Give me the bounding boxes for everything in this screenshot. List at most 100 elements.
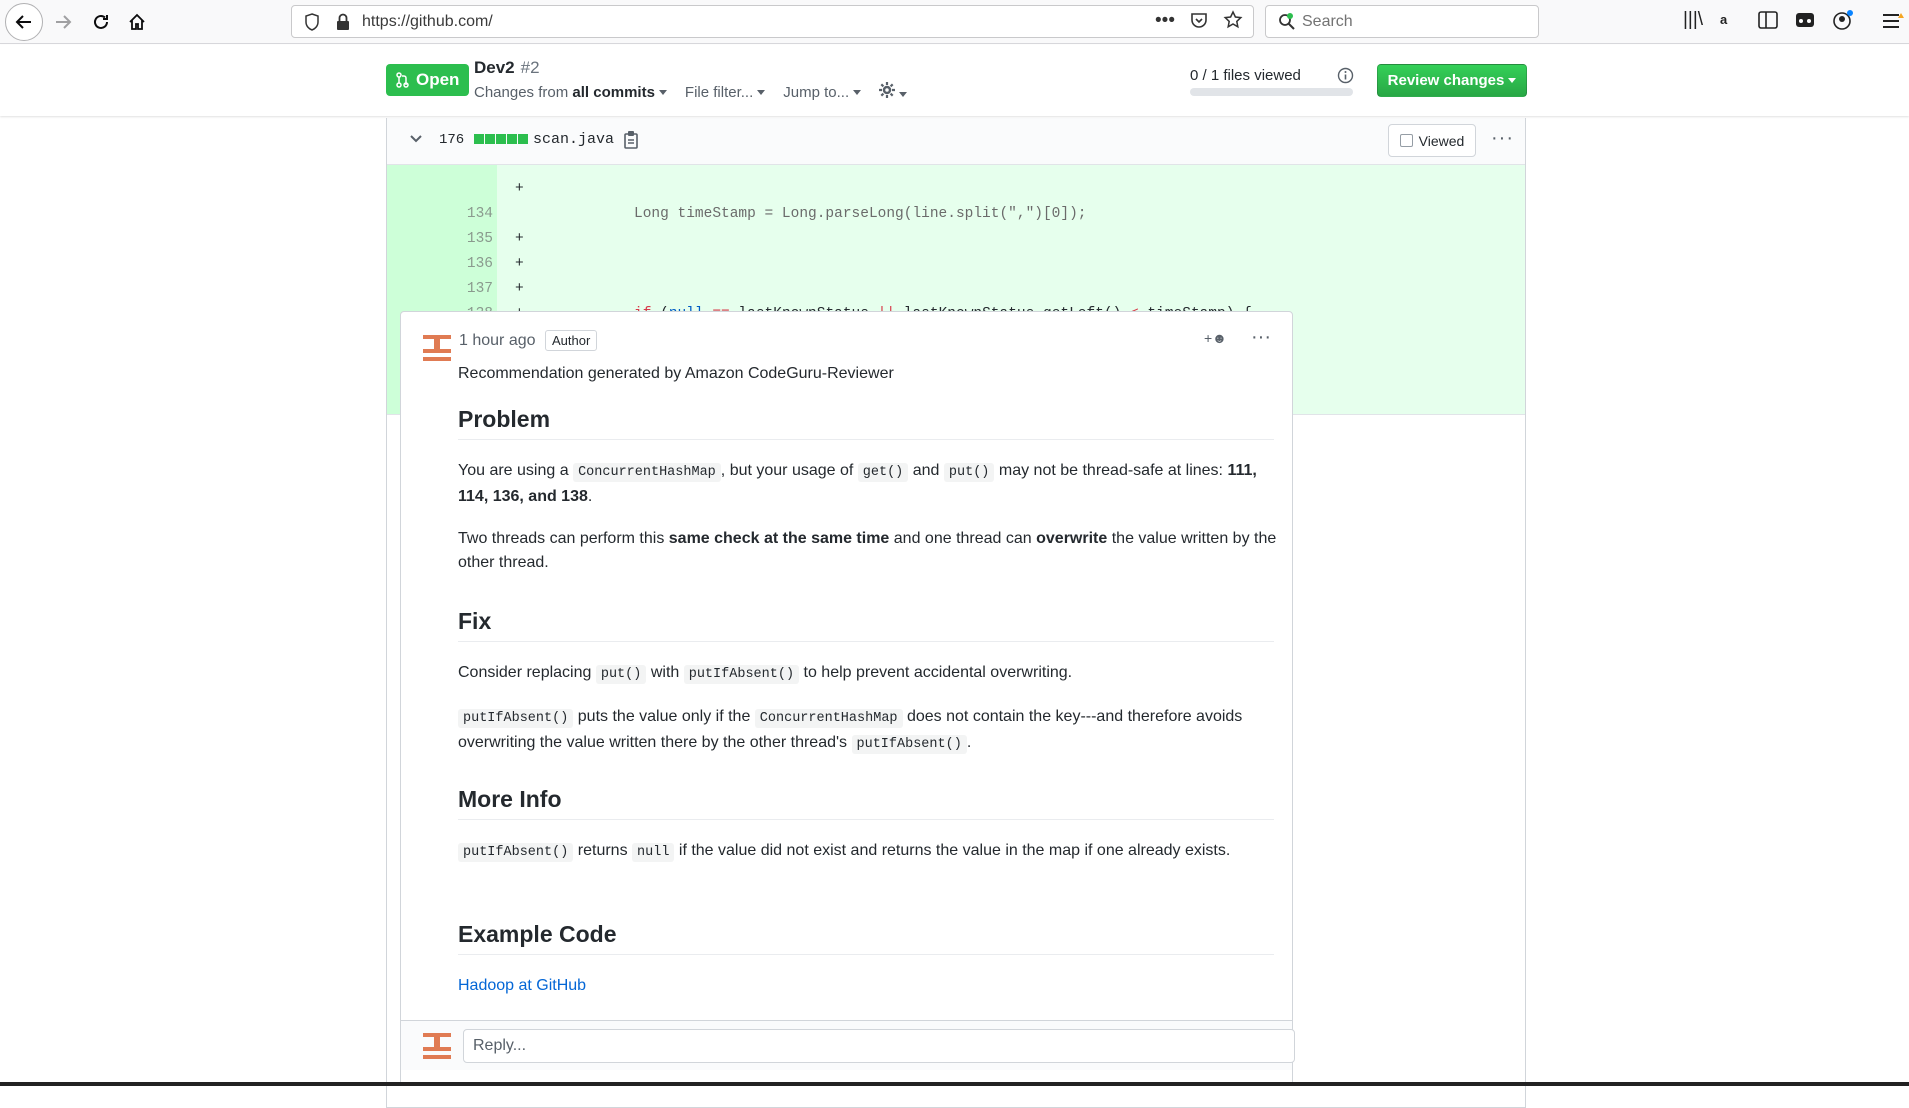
url-text[interactable]: https://github.com/ — [362, 13, 493, 31]
review-comment-thread: 1 hour ago Author +☻ ··· Recommendation … — [400, 311, 1295, 1086]
git-pull-request-icon — [396, 72, 409, 88]
pr-title[interactable]: Dev2 #2 — [474, 58, 540, 78]
inline-code: put() — [943, 463, 995, 482]
problem-paragraph-2: Two threads can perform this same check … — [458, 530, 1277, 571]
viewed-checkbox[interactable] — [1399, 134, 1413, 147]
caret-down-icon — [658, 90, 667, 96]
window-bottom-edge — [0, 1082, 1909, 1086]
code-line[interactable]: 137 + lastKnownStatus = new MutablePair<… — [387, 252, 1525, 347]
amazon-icon[interactable]: a — [1720, 12, 1727, 27]
search-placeholder: Search — [1302, 13, 1353, 30]
file-name[interactable]: scan.java — [533, 131, 614, 148]
comment-intro: Recommendation generated by Amazon CodeG… — [458, 365, 894, 382]
heading-fix: Fix — [458, 609, 1274, 642]
inline-code: null — [632, 843, 675, 862]
pr-sticky-header: Open Dev2 #2 Changes from all commits Fil… — [0, 45, 1909, 116]
pr-toolbar: Changes from all commits File filter... … — [474, 82, 908, 102]
author-badge: Author — [545, 330, 598, 351]
clipboard-icon[interactable] — [623, 130, 639, 149]
avatar[interactable] — [421, 1030, 453, 1062]
inline-code: ConcurrentHashMap — [573, 463, 721, 482]
inline-code: put() — [595, 665, 647, 684]
fix-paragraph-2: putIfAbsent() puts the value only if the… — [458, 708, 1243, 754]
file-header: 176 scan.java Viewed ··· — [387, 118, 1525, 165]
files-viewed-count: 0 / 1 files viewed — [1190, 67, 1301, 84]
lock-icon[interactable] — [336, 13, 350, 31]
reply-row: Reply... — [401, 1020, 1295, 1070]
bookmark-star-icon[interactable] — [1223, 10, 1243, 30]
code-line[interactable]: 135 + — [387, 202, 1525, 272]
file-filter-label: File filter... — [684, 83, 754, 101]
changes-from-label: Changes from — [474, 83, 569, 101]
forward-button[interactable] — [44, 3, 82, 41]
review-changes-button[interactable]: Review changes — [1377, 64, 1527, 97]
code-line[interactable]: 138 + latestStatusForTrackingNumber.put(… — [387, 277, 1525, 372]
changes-from-dropdown[interactable]: Changes from all commits — [474, 84, 667, 101]
inline-code: putIfAbsent() — [458, 709, 574, 728]
file-options-icon[interactable]: ··· — [1491, 127, 1514, 150]
caret-down-icon — [899, 91, 908, 97]
hadoop-github-link[interactable]: Hadoop at GitHub — [458, 974, 1280, 998]
viewed-checkbox-button[interactable]: Viewed — [1388, 124, 1476, 157]
fix-paragraph-1: Consider replacing put() with putIfAbsen… — [458, 664, 1073, 684]
diffstat-count: 176 — [439, 132, 465, 148]
arrow-left-icon — [15, 15, 31, 29]
pr-number[interactable]: #2 — [521, 58, 540, 77]
reload-button[interactable] — [82, 3, 120, 41]
caret-down-icon — [757, 90, 766, 96]
more-actions-icon[interactable]: ••• — [1155, 10, 1175, 32]
code-line[interactable]: 136 + if (null == lastKnownStatus || las… — [387, 227, 1525, 322]
files-viewed-progress — [1190, 88, 1353, 96]
chevron-down-icon[interactable] — [409, 132, 423, 146]
jump-to-dropdown[interactable]: Jump to... — [783, 83, 862, 101]
more-info-paragraph: putIfAbsent() returns null if the value … — [458, 839, 1280, 865]
pocket-icon[interactable] — [1189, 10, 1209, 30]
heading-example-code: Example Code — [458, 922, 1274, 955]
heading-problem: Problem — [458, 407, 1274, 440]
inline-code: ConcurrentHashMap — [754, 709, 903, 728]
add-reaction-button[interactable]: +☻ — [1204, 330, 1227, 346]
changes-from-value: all commits — [572, 83, 655, 101]
review-changes-label: Review changes — [1387, 72, 1505, 89]
pr-title-text[interactable]: Dev2 — [474, 58, 515, 77]
search-bar[interactable]: Search — [1265, 5, 1539, 38]
url-bar[interactable]: https://github.com/ ••• — [291, 5, 1254, 38]
comment-options-icon[interactable]: ··· — [1251, 326, 1271, 349]
diff-settings-dropdown[interactable] — [879, 82, 908, 102]
sidebar-icon[interactable] — [1758, 11, 1778, 29]
account-icon[interactable] — [1832, 10, 1854, 32]
code-line-partial[interactable]: + Long timeStamp = Long.parseLong(line.s… — [387, 165, 1525, 222]
browser-toolbar: https://github.com/ ••• Search |||\ a — [0, 0, 1909, 44]
info-icon[interactable] — [1337, 67, 1354, 84]
avatar[interactable] — [421, 332, 453, 364]
arrow-right-icon — [56, 15, 72, 29]
menu-icon[interactable] — [1882, 12, 1904, 30]
gear-icon — [879, 82, 896, 98]
comment-timestamp[interactable]: 1 hour ago — [459, 332, 536, 350]
pr-state-label: Open — [416, 70, 460, 89]
jump-to-label: Jump to... — [783, 83, 850, 101]
heading-more-info: More Info — [458, 787, 1274, 820]
home-icon — [129, 13, 145, 30]
caret-down-icon — [1508, 78, 1517, 83]
inline-code: putIfAbsent() — [683, 665, 800, 684]
back-button[interactable] — [5, 3, 43, 41]
inline-code: get() — [857, 463, 909, 482]
reload-icon — [94, 14, 108, 29]
url-actions: ••• — [1155, 10, 1243, 32]
file-diff: 176 scan.java Viewed ··· + Long timeStam… — [386, 118, 1526, 1108]
inline-code: putIfAbsent() — [851, 735, 967, 754]
problem-paragraph-1: You are using a ConcurrentHashMap, but y… — [458, 462, 1257, 505]
library-icon[interactable]: |||\ — [1683, 9, 1703, 31]
pr-state-badge: Open — [386, 64, 470, 96]
viewed-label: Viewed — [1418, 132, 1465, 149]
code-line[interactable]: 134 + — [387, 177, 1525, 247]
home-button[interactable] — [118, 3, 156, 41]
search-icon — [1279, 13, 1295, 30]
inline-code: putIfAbsent() — [458, 843, 574, 862]
diffstat-blocks — [474, 134, 528, 144]
shield-icon[interactable] — [304, 13, 320, 31]
reply-input[interactable]: Reply... — [463, 1029, 1295, 1063]
private-mask-icon[interactable] — [1795, 11, 1815, 29]
file-filter-dropdown[interactable]: File filter... — [684, 83, 766, 101]
